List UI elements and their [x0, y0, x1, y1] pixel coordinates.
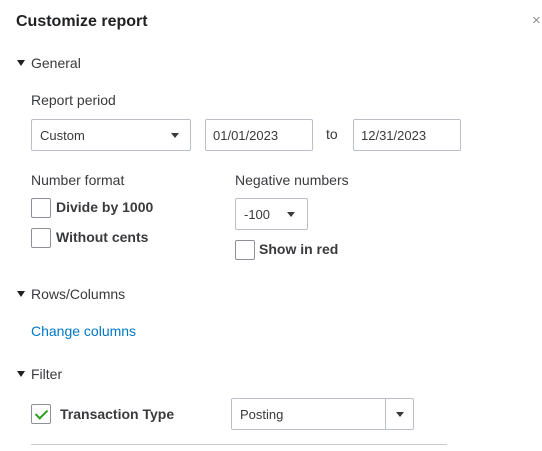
- report-period-label: Report period: [31, 92, 116, 108]
- show-in-red-checkbox[interactable]: [235, 240, 255, 260]
- dialog-title: Customize report: [16, 13, 148, 30]
- transaction-type-label: Transaction Type: [60, 406, 175, 422]
- chevron-down-icon: [171, 133, 179, 138]
- filter-divider: [31, 444, 447, 445]
- number-format-label: Number format: [31, 172, 125, 188]
- transaction-type-checkbox[interactable]: [31, 404, 51, 424]
- section-filter-label: Filter: [31, 366, 63, 382]
- without-cents-checkbox[interactable]: [31, 228, 51, 248]
- to-date-input[interactable]: [353, 119, 461, 151]
- from-date-input[interactable]: [205, 119, 313, 151]
- divide-by-1000-label: Divide by 1000: [56, 199, 154, 215]
- report-period-value: Custom: [40, 127, 85, 143]
- negative-numbers-label: Negative numbers: [235, 172, 349, 188]
- select-divider: [385, 399, 386, 429]
- to-label: to: [326, 126, 338, 142]
- change-columns-link[interactable]: Change columns: [31, 323, 136, 339]
- section-filter-toggle[interactable]: Filter: [16, 366, 62, 382]
- show-in-red-label: Show in red: [259, 241, 339, 257]
- report-period-select[interactable]: Custom: [31, 119, 191, 151]
- section-general-label: General: [31, 55, 81, 71]
- triangle-down-icon: [17, 60, 25, 66]
- checkmark-icon: [34, 406, 49, 420]
- chevron-down-icon: [396, 412, 404, 417]
- close-icon[interactable]: ×: [532, 12, 541, 29]
- chevron-down-icon: [287, 212, 295, 217]
- transaction-type-select[interactable]: Posting: [231, 398, 414, 430]
- triangle-down-icon: [17, 291, 25, 297]
- without-cents-label: Without cents: [56, 229, 149, 245]
- section-rows-columns-label: Rows/Columns: [31, 286, 126, 302]
- triangle-down-icon: [17, 371, 25, 377]
- transaction-type-value: Posting: [240, 406, 284, 422]
- divide-by-1000-checkbox[interactable]: [31, 198, 51, 218]
- section-rows-columns-toggle[interactable]: Rows/Columns: [16, 286, 125, 302]
- negative-numbers-value: -100: [244, 206, 271, 222]
- negative-numbers-select[interactable]: -100: [235, 198, 308, 230]
- section-general-toggle[interactable]: General: [16, 55, 81, 71]
